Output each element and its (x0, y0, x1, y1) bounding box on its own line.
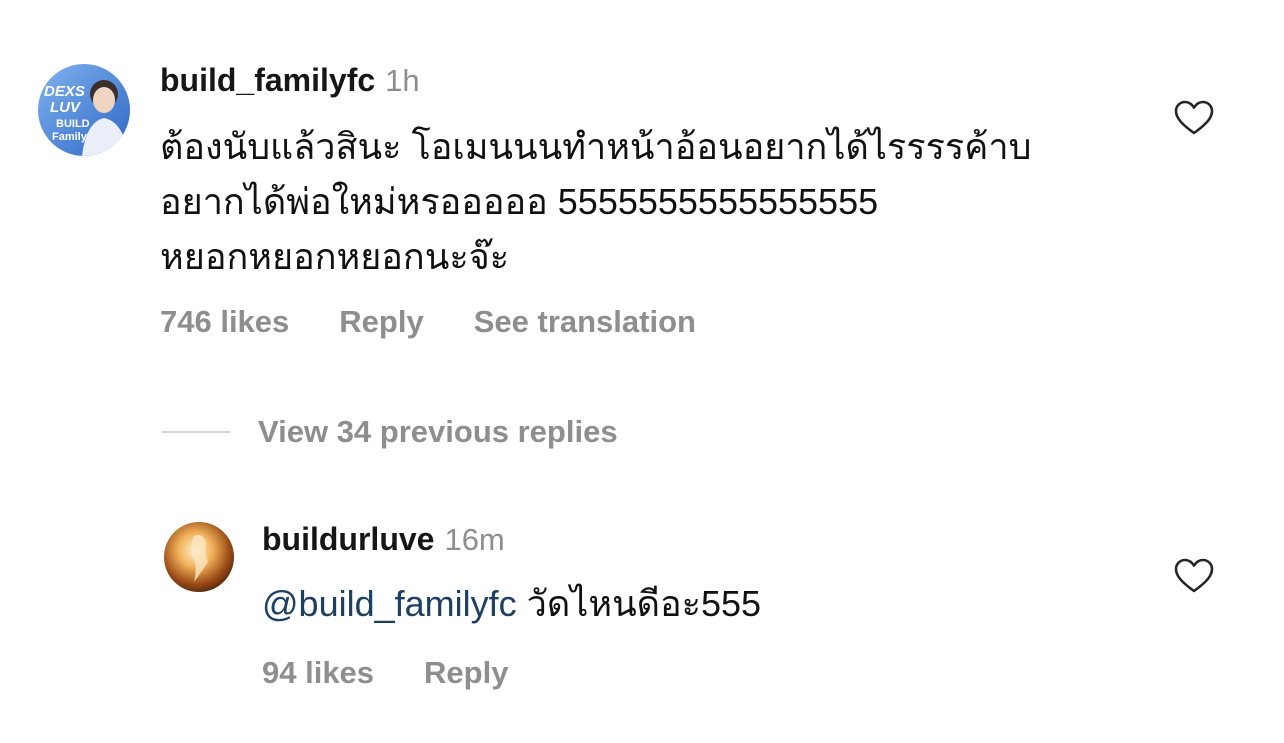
view-previous-replies[interactable]: View 34 previous replies (162, 410, 618, 454)
reply-timestamp: 16m (444, 522, 505, 557)
comment-line: อยากได้พ่อใหม่หรอออออ 5555555555555555 (160, 181, 879, 222)
reply-actions: 94 likes Reply (262, 655, 558, 691)
reply-text: @build_familyfc วัดไหนดีอะ555 (262, 576, 761, 631)
reply-button[interactable]: Reply (339, 304, 423, 339)
comment-line: ต้องนับแล้วสินะ โอเมนนนทำหน้าอ้อนอยากได้… (160, 126, 1032, 167)
comment-text: ต้องนับแล้วสินะ โอเมนนนทำหน้าอ้อนอยากได้… (160, 119, 1031, 284)
svg-text:Family: Family (52, 131, 88, 143)
reply-username[interactable]: buildurluve (262, 521, 434, 557)
avatar[interactable]: DEXS LUV BUILD Family (38, 64, 130, 156)
svg-text:LUV: LUV (50, 99, 82, 116)
reply-heart-icon[interactable] (1174, 558, 1214, 594)
reply-header: buildurluve 16m (262, 521, 505, 558)
view-replies-label: View 34 previous replies (258, 414, 618, 449)
svg-text:DEXS: DEXS (44, 83, 85, 100)
reply-avatar[interactable] (164, 522, 234, 592)
reply-reply-button[interactable]: Reply (424, 655, 508, 690)
see-translation-button[interactable]: See translation (474, 304, 696, 339)
comment-actions: 746 likes Reply See translation (160, 304, 746, 340)
mention-link[interactable]: @build_familyfc (262, 583, 517, 624)
reply-body: วัดไหนดีอะ555 (516, 583, 762, 624)
avatar-image: DEXS LUV BUILD Family (38, 64, 130, 156)
comment-header: build_familyfc 1h (160, 62, 420, 99)
reply-avatar-image (164, 522, 234, 592)
divider (162, 431, 230, 433)
username[interactable]: build_familyfc (160, 62, 375, 98)
heart-icon[interactable] (1174, 100, 1214, 136)
svg-text:BUILD: BUILD (56, 118, 90, 130)
reply-likes-count[interactable]: 94 likes (262, 655, 374, 690)
likes-count[interactable]: 746 likes (160, 304, 289, 339)
timestamp: 1h (385, 63, 420, 98)
comment-line: หยอกหยอกหยอกนะจ๊ะ (160, 236, 510, 277)
